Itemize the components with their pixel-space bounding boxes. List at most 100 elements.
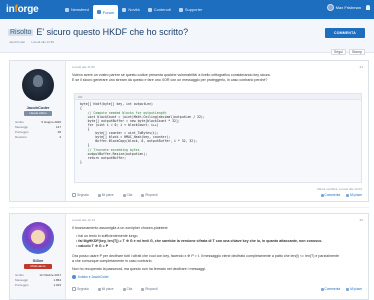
comment-link[interactable]: Commenta	[320, 193, 341, 197]
reply-button[interactable]: Rispondi	[141, 193, 158, 197]
stat-row-reactions: Reazioni 3	[15, 135, 61, 139]
action-label: Rispondi	[145, 287, 158, 291]
nav-label: Forum	[102, 9, 115, 15]
thumbs-up-icon	[346, 287, 350, 291]
action-label: Segnala	[77, 193, 89, 197]
like-reaction-icon	[72, 275, 76, 279]
nav-item-supporter[interactable]: Supporter	[175, 0, 207, 19]
like-link[interactable]: Mi piace	[346, 193, 362, 197]
nav-label: Supporter	[184, 7, 203, 12]
newsfeed-icon	[65, 7, 69, 12]
post-author-name[interactable]: JacobCoder	[10, 105, 66, 110]
bell-icon[interactable]	[366, 5, 370, 10]
user-menu[interactable]: Max Frishman	[326, 4, 370, 11]
checkbox-icon[interactable]	[72, 287, 76, 292]
stat-label: Iscritto	[15, 273, 24, 277]
nav-item-newsfeed[interactable]: Newsfeed	[61, 0, 93, 19]
post-text-line: E se il sicuro generare uno stream da qu…	[72, 78, 268, 82]
post-author-name[interactable]: St3ve	[10, 258, 66, 263]
like-icon	[97, 193, 101, 197]
post-date[interactable]: Lunedì alle 12:13	[72, 218, 95, 222]
comment-button[interactable]: COMMENTA	[325, 28, 365, 38]
stat-value: 3	[59, 135, 61, 139]
stat-value: 48	[57, 130, 61, 134]
post-actions: Segnala Mi piace Cita Rispondi	[72, 287, 158, 292]
nav-item-novita[interactable]: Novità	[118, 0, 143, 19]
main-nav: Newsfeed Forum Novità Contenuti Supporte…	[61, 0, 206, 19]
print-button[interactable]: Stamp	[348, 49, 365, 55]
code-line: Buffer.BlockCopy(block, 0, outputBuffer,…	[80, 139, 198, 143]
post-1: JacobCoder Utente Attivo Iscritto 9 Giugn…	[9, 60, 369, 202]
post-author-sidebar: JacobCoder Utente Attivo Iscritto 9 Giugn…	[10, 61, 66, 201]
quote-icon	[122, 193, 126, 197]
comment-icon	[320, 287, 324, 291]
action-label: Commenta	[324, 287, 341, 291]
like-icon	[97, 287, 101, 291]
user-role-badge: Moderatore	[24, 264, 52, 269]
logo-text-rest: orge	[17, 4, 39, 15]
avatar[interactable]	[22, 69, 54, 101]
content-icon	[147, 7, 152, 12]
thread-meta: JacobCoder Lunedì alle 11:56	[9, 40, 54, 44]
reaction-summary[interactable]: Kollaro e JacobCoder	[72, 275, 109, 279]
post-actions: Segnala Mi piace Cita Rispondi	[72, 193, 158, 198]
post-text-line: Volevo avere un vostro parere se questo …	[72, 73, 271, 77]
thread-date: Lunedì alle 11:56	[31, 40, 54, 44]
action-label: Mi piace	[350, 287, 362, 291]
stat-value: 147	[55, 125, 61, 129]
code-line: for (uint i = 0; i < blockCount; i++)	[80, 123, 159, 127]
logo-text-main: in	[6, 4, 15, 15]
like-link[interactable]: Mi piace	[346, 287, 362, 291]
supporter-icon	[178, 7, 183, 12]
quote-button[interactable]: Cita	[122, 287, 132, 291]
follow-button[interactable]: Segui	[330, 49, 346, 55]
site-logo[interactable]: inforge	[6, 4, 61, 15]
list-item: calcolo T ⊕ G = P	[76, 244, 108, 249]
action-label: Rispondi	[145, 193, 158, 197]
stat-label: Messaggi	[15, 125, 28, 129]
code-line: }	[80, 160, 82, 164]
user-name: Max Frishman	[335, 5, 361, 10]
post-date[interactable]: Lunedì alle 11:56	[72, 65, 95, 69]
thread-tools: Segui Stamp	[330, 49, 365, 55]
post-actions-right: Commenta Mi piace	[320, 287, 362, 291]
stat-value: 1.023	[53, 283, 61, 287]
avatar[interactable]	[22, 222, 54, 254]
action-label: Mi piace	[101, 193, 114, 197]
nav-item-forum[interactable]: Forum	[92, 5, 119, 19]
post-actions-right: Commenta Mi piace	[320, 193, 362, 197]
reaction-users: Kollaro e JacobCoder	[78, 275, 109, 279]
action-label: Commenta	[324, 193, 341, 197]
forum-icon	[96, 10, 101, 14]
nav-item-contenuti[interactable]: Contenuti	[144, 0, 175, 19]
post-permalink[interactable]: #1	[360, 65, 363, 69]
post-text-line: Il funzionamento assomiglia a un xorciph…	[72, 226, 169, 230]
list-item: fai MgHKDF(key, len(T)) = T ⊕ G e mi inv…	[76, 239, 364, 244]
stat-label: Iscritto	[15, 120, 24, 124]
thread-author[interactable]: JacobCoder	[9, 40, 25, 44]
edit-note: Ultima modifica: Lunedì alle 12:04	[316, 187, 362, 191]
quote-button[interactable]: Cita	[122, 193, 132, 197]
report-button[interactable]: Segnala	[72, 287, 89, 292]
thread-header: Risolto E' sicuro questo HKDF che ho scr…	[0, 19, 374, 53]
comment-link[interactable]: Commenta	[320, 287, 341, 291]
stat-row-score: Punteggio 1.023	[15, 283, 61, 287]
reply-icon	[141, 193, 145, 197]
page-title: Risolto E' sicuro questo HKDF che ho scr…	[8, 27, 188, 37]
list-item: hai un testo in sufficientemente lungo	[76, 234, 137, 239]
post-2: St3ve Moderatore Iscritto 12 Ottobre 2017…	[9, 213, 369, 300]
reply-button[interactable]: Rispondi	[141, 287, 158, 291]
post-text-line: Non ho recuperato la password, ma questo…	[72, 267, 206, 271]
user-role-badge: Utente Attivo	[24, 111, 52, 116]
report-button[interactable]: Segnala	[72, 193, 89, 198]
like-button[interactable]: Mi piace	[97, 193, 114, 197]
checkbox-icon[interactable]	[72, 193, 76, 198]
stat-row-joined: Iscritto 12 Ottobre 2017	[15, 273, 61, 277]
stat-label: Reazioni	[15, 135, 27, 139]
like-button[interactable]: Mi piace	[97, 287, 114, 291]
post-permalink[interactable]: #2	[360, 218, 363, 222]
divider	[9, 207, 369, 208]
stat-value: 12 Ottobre 2017	[39, 273, 61, 277]
news-icon	[122, 7, 127, 12]
nav-label: Novità	[128, 7, 140, 12]
